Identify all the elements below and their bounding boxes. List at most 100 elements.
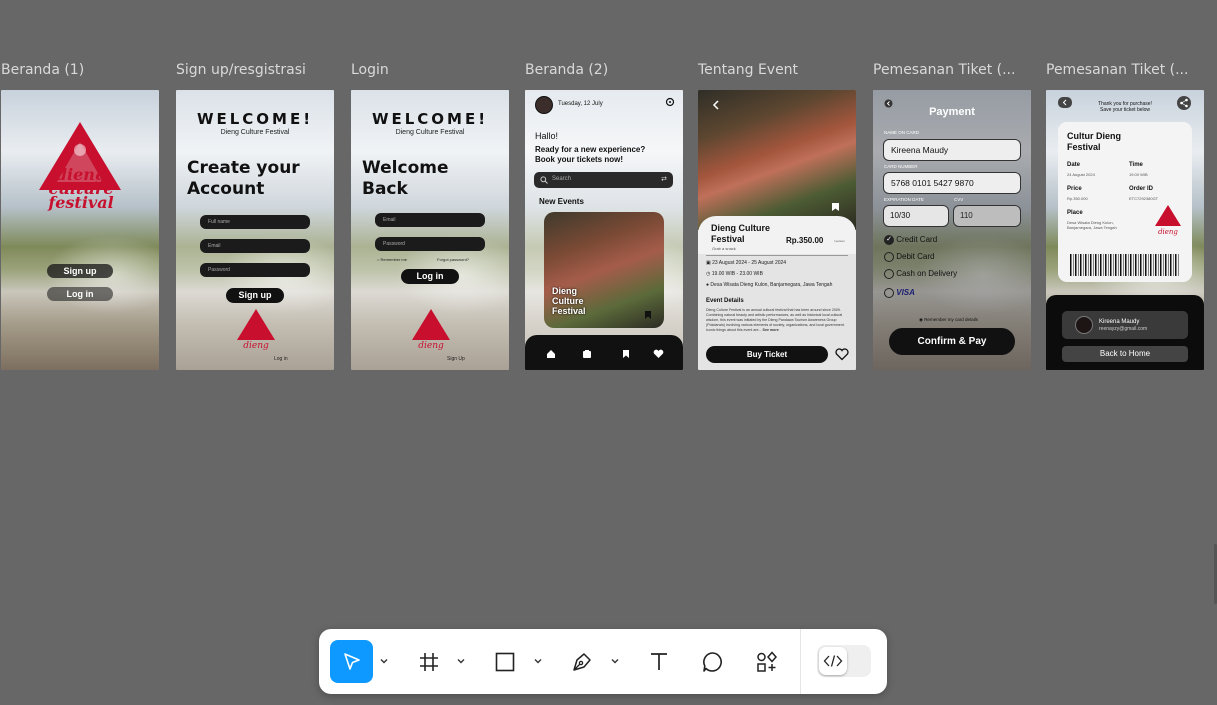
- greeting: Hallo!: [535, 131, 559, 141]
- event-location: ● Desa Wisata Dieng Kulon, Banjarnegara,…: [706, 282, 832, 288]
- check-icon: ✓: [884, 235, 894, 245]
- cvv-input[interactable]: 110: [953, 205, 1021, 227]
- chevron-down-icon[interactable]: [456, 656, 466, 666]
- frame-title-beranda-2[interactable]: Beranda (2): [525, 62, 608, 78]
- remember-checkbox[interactable]: ○ Remember me: [377, 257, 407, 262]
- logo-wordmark: dieng culture festival: [48, 165, 114, 212]
- chevron-down-icon[interactable]: [533, 656, 543, 666]
- name-input[interactable]: Kireena Maudy: [883, 139, 1021, 161]
- frame-tool[interactable]: [407, 640, 450, 683]
- card-number-label: CARD NUMBER: [884, 164, 918, 169]
- details-text: Dieng Culture Festival is an annual cult…: [706, 308, 848, 341]
- assets-tool[interactable]: [745, 640, 788, 683]
- avatar[interactable]: [535, 96, 553, 114]
- pen-tool[interactable]: [560, 640, 603, 683]
- gear-icon[interactable]: [665, 97, 675, 107]
- barcode: [1070, 254, 1180, 276]
- card-line-3: Festival: [552, 306, 586, 316]
- frame-title-login[interactable]: Login: [351, 62, 389, 78]
- filter-icon[interactable]: ⇄: [661, 175, 667, 183]
- frame-title-tentang[interactable]: Tentang Event: [698, 62, 798, 78]
- fullname-input[interactable]: Full name: [200, 215, 310, 229]
- signup-button[interactable]: Sign up: [47, 264, 113, 278]
- thanks-text: Thank you for purchase! Save your ticket…: [1076, 101, 1174, 113]
- option-debit-card-label: Debit Card: [896, 252, 935, 262]
- pen-icon: [572, 652, 591, 671]
- bookmark-icon[interactable]: [831, 202, 840, 212]
- event-title-line-1: Dieng Culture: [711, 223, 771, 233]
- frame-beranda-2[interactable]: Tuesday, 12 July Hallo! Ready for a new …: [525, 90, 683, 370]
- heart-icon[interactable]: [835, 348, 849, 361]
- cursor-icon: [343, 652, 360, 670]
- frame-title-ticket[interactable]: Pemesanan Tiket (...: [1046, 62, 1188, 78]
- heading-line-1: Welcome: [362, 158, 449, 178]
- password-input[interactable]: Password: [200, 263, 310, 277]
- login-link[interactable]: Log in: [274, 356, 288, 362]
- forgot-link[interactable]: Forgot password?: [437, 257, 469, 262]
- login-button[interactable]: Log in: [401, 269, 459, 284]
- email-input[interactable]: Email: [200, 239, 310, 253]
- ticket-place-label: Place: [1067, 210, 1083, 216]
- confirm-pay-button[interactable]: Confirm & Pay: [889, 328, 1015, 355]
- dev-mode-toggle[interactable]: [817, 645, 871, 677]
- dieng-logo-small: dieng: [412, 309, 450, 351]
- name-label: NAME ON CARD: [884, 130, 920, 135]
- option-visa[interactable]: VISA: [884, 288, 915, 298]
- heart-icon[interactable]: [653, 349, 664, 359]
- back-icon[interactable]: [1058, 97, 1072, 108]
- frame-signup[interactable]: WELCOME! Dieng Culture Festival Create y…: [176, 90, 334, 370]
- home-icon[interactable]: [546, 349, 556, 359]
- login-button[interactable]: Log in: [47, 287, 113, 301]
- bookmark-icon[interactable]: [644, 310, 652, 320]
- frame-title-signup[interactable]: Sign up/resgistrasi: [176, 62, 306, 78]
- signup-link[interactable]: Sign Up: [447, 356, 465, 362]
- search-input[interactable]: Search ⇄: [534, 172, 673, 188]
- event-date-text: 23 August 2024 - 25 August 2024: [712, 260, 787, 266]
- remember-card[interactable]: ◉ Remember my card details: [919, 317, 978, 323]
- email-input[interactable]: Email: [375, 213, 485, 227]
- bookmark-icon[interactable]: [621, 349, 631, 359]
- back-arrow-icon[interactable]: [712, 100, 722, 110]
- back-home-button[interactable]: Back to Home: [1062, 346, 1188, 362]
- frame-title-beranda-1[interactable]: Beranda (1): [1, 62, 84, 78]
- option-debit-card[interactable]: Debit Card: [884, 252, 934, 262]
- date-label: Tuesday, 12 July: [558, 101, 603, 107]
- card-number-input[interactable]: 5768 0101 5427 9870: [883, 172, 1021, 194]
- user-card[interactable]: Kireena Maudy reenayzy@gmail.com: [1062, 311, 1188, 339]
- welcome-subtitle: Dieng Culture Festival: [395, 129, 465, 136]
- frame-payment[interactable]: Payment NAME ON CARD Kireena Maudy CARD …: [873, 90, 1031, 370]
- text-tool[interactable]: [637, 640, 680, 683]
- frame-beranda-1[interactable]: dieng culture festival Sign up Log in: [1, 90, 159, 370]
- expiration-input[interactable]: 10/30: [883, 205, 949, 227]
- event-location-text: Desa Wisata Dieng Kulon, Banjarnegara, J…: [710, 282, 833, 288]
- welcome-subtitle: Dieng Culture Festival: [220, 129, 290, 136]
- share-icon[interactable]: [1177, 96, 1191, 110]
- frame-icon: [419, 652, 438, 671]
- option-credit-card[interactable]: ✓ Credit Card: [884, 235, 937, 245]
- ticket-time-label: Time: [1129, 162, 1143, 168]
- chevron-down-icon[interactable]: [610, 656, 620, 666]
- buy-ticket-button[interactable]: Buy Ticket: [706, 346, 828, 363]
- see-more-link[interactable]: See more: [763, 328, 779, 332]
- event-title: Dieng Culture Festival: [711, 223, 770, 245]
- radio-icon: [884, 252, 894, 262]
- frame-title-payment[interactable]: Pemesanan Tiket (...: [873, 62, 1015, 78]
- ticket-icon[interactable]: [582, 349, 592, 359]
- signup-button[interactable]: Sign up: [226, 288, 284, 303]
- frame-login[interactable]: WELCOME! Dieng Culture Festival Welcome …: [351, 90, 509, 370]
- comment-tool[interactable]: [691, 640, 734, 683]
- frame-ticket[interactable]: Thank you for purchase! Save your ticket…: [1046, 90, 1204, 370]
- option-credit-card-label: Credit Card: [896, 235, 938, 245]
- password-input[interactable]: Password: [375, 237, 485, 251]
- event-price: Rp.350.00: [786, 236, 824, 245]
- heading-line-2: Account: [187, 179, 265, 199]
- option-cash[interactable]: Cash on Delivery: [884, 269, 957, 279]
- ticket-place: Desa Wisata Dieng Kulon, Banjarnegara, J…: [1067, 220, 1117, 230]
- event-card[interactable]: Dieng Culture Festival: [544, 212, 664, 328]
- chevron-down-icon[interactable]: [379, 656, 389, 666]
- move-tool[interactable]: [330, 640, 373, 683]
- rectangle-tool[interactable]: [483, 640, 526, 683]
- event-subtitle: Grab a snack: [712, 246, 736, 251]
- bottom-nav: [525, 335, 683, 370]
- frame-tentang-event[interactable]: Dieng Culture Festival Grab a snack Rp.3…: [698, 90, 856, 370]
